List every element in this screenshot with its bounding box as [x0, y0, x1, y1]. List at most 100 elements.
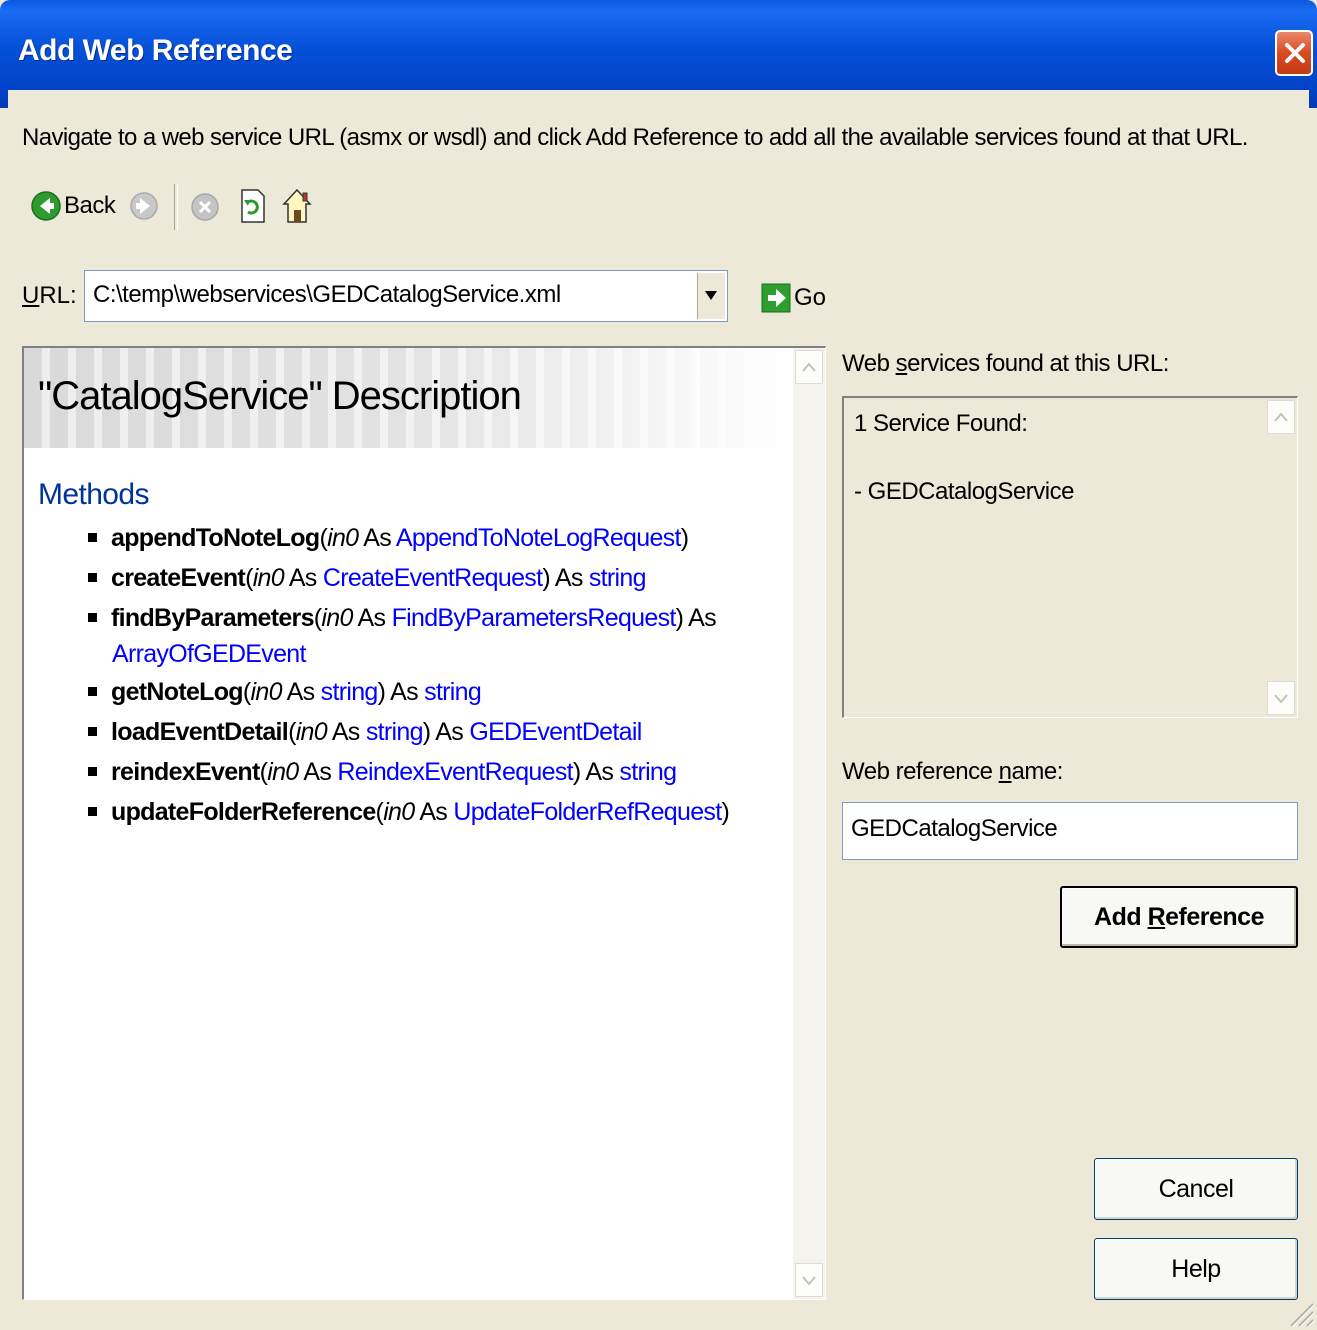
bullet-icon [88, 806, 97, 816]
cancel-button[interactable]: Cancel [1094, 1158, 1298, 1220]
instructions-text: Navigate to a web service URL (asmx or w… [22, 124, 1248, 151]
method-as: As [281, 678, 321, 706]
method-name: getNoteLog [111, 678, 244, 706]
method-param: in0 [321, 604, 353, 632]
url-label: URL: [22, 282, 77, 309]
method-as: As [298, 758, 338, 786]
method-item: appendToNoteLog(in0 As AppendToNoteLogRe… [88, 524, 689, 553]
method-item: findByParameters(in0 As FindByParameters… [88, 604, 717, 633]
method-paren-close: ) [542, 564, 550, 592]
toolbar-separator [174, 184, 178, 230]
stop-icon[interactable] [190, 192, 220, 222]
return-type-link[interactable]: GEDEventDetail [469, 718, 642, 746]
param-type-link[interactable]: AppendToNoteLogRequest [396, 524, 682, 552]
method-name: findByParameters [111, 604, 314, 632]
method-param: in0 [383, 798, 415, 826]
service-description-pane[interactable]: "CatalogService" Description Methods app… [22, 346, 826, 1300]
scroll-down-button[interactable] [1267, 681, 1295, 715]
scroll-up-button[interactable] [795, 350, 823, 384]
description-scrollbar[interactable] [793, 348, 825, 1299]
method-name: createEvent [111, 564, 246, 592]
method-as-return: As [385, 678, 425, 706]
method-param: in0 [250, 678, 283, 706]
param-type-link[interactable]: string [321, 678, 379, 706]
chevron-down-icon [1274, 694, 1288, 704]
param-type-link[interactable]: CreateEventRequest [323, 564, 543, 592]
url-combobox[interactable]: C:\temp\webservices\GEDCatalogService.xm… [84, 270, 728, 322]
method-as-return: As [549, 564, 589, 592]
method-item: loadEventDetail(in0 As string) As GEDEve… [88, 718, 642, 747]
refresh-icon[interactable] [238, 188, 268, 224]
close-icon [1285, 43, 1305, 63]
method-item: reindexEvent(in0 As ReindexEventRequest)… [88, 758, 677, 787]
method-as: As [352, 604, 392, 632]
back-button-label[interactable]: Back [64, 192, 116, 220]
method-name: loadEventDetail [111, 718, 289, 746]
method-param: in0 [295, 718, 328, 746]
web-reference-name-label: Web reference name: [842, 758, 1063, 785]
bullet-icon [88, 726, 97, 736]
method-param: in0 [252, 564, 285, 592]
url-dropdown-button[interactable] [697, 273, 725, 319]
url-input[interactable]: C:\temp\webservices\GEDCatalogService.xm… [93, 281, 561, 309]
services-count: 1 Service Found: [854, 410, 1028, 437]
return-type-link[interactable]: string [619, 758, 677, 786]
method-as: As [283, 564, 323, 592]
add-reference-button[interactable]: Add Reference [1060, 886, 1298, 948]
add-web-reference-dialog: Add Web Reference Navigate to a web serv… [0, 0, 1317, 1330]
scroll-down-button[interactable] [795, 1263, 823, 1297]
param-type-link[interactable]: string [366, 718, 424, 746]
method-name: reindexEvent [111, 758, 260, 786]
go-button-label[interactable]: Go [794, 284, 826, 312]
method-paren-open: ( [319, 524, 328, 552]
resize-grip-icon[interactable] [1285, 1298, 1315, 1328]
return-type-link[interactable]: ArrayOfGEDEvent [112, 640, 306, 669]
bullet-icon [88, 766, 97, 776]
method-as-return: As [430, 718, 470, 746]
help-button[interactable]: Help [1094, 1238, 1298, 1300]
home-icon[interactable] [282, 188, 312, 224]
description-banner: "CatalogService" Description [24, 348, 794, 448]
param-type-link[interactable]: UpdateFolderRefRequest [453, 798, 722, 826]
method-as-return: As [580, 758, 620, 786]
services-found-label: Web services found at this URL: [842, 350, 1169, 377]
method-item: createEvent(in0 As CreateEventRequest) A… [88, 564, 647, 593]
param-type-link[interactable]: FindByParametersRequest [392, 604, 677, 632]
window-title: Add Web Reference [18, 34, 293, 67]
web-reference-name-input[interactable]: GEDCatalogService [842, 802, 1298, 860]
return-type-link[interactable]: string [424, 678, 482, 706]
services-found-box[interactable]: 1 Service Found: - GEDCatalogService [842, 396, 1298, 718]
forward-arrow-icon[interactable] [128, 190, 160, 222]
return-type-link[interactable]: string [589, 564, 647, 592]
bullet-icon [88, 612, 97, 622]
method-paren-close: ) [721, 798, 730, 826]
close-button[interactable] [1275, 30, 1313, 76]
methods-heading: Methods [38, 478, 149, 511]
method-paren-open: ( [288, 718, 296, 746]
back-arrow-icon[interactable] [30, 190, 62, 222]
go-arrow-icon[interactable] [760, 282, 792, 314]
method-as-return: As [683, 604, 716, 632]
scroll-up-button[interactable] [1267, 400, 1295, 434]
description-title: "CatalogService" Description [38, 374, 522, 418]
method-paren-close: ) [572, 758, 581, 786]
method-as: As [326, 718, 366, 746]
method-as: As [414, 798, 454, 826]
services-scrollbar[interactable] [1265, 398, 1297, 717]
method-paren-open: ( [245, 564, 253, 592]
method-param: in0 [327, 524, 359, 552]
method-paren-open: ( [242, 678, 251, 706]
method-paren-close: ) [680, 524, 689, 552]
bullet-icon [88, 532, 97, 542]
method-as: As [358, 524, 396, 552]
bullet-icon [88, 572, 97, 582]
chevron-up-icon [1274, 412, 1288, 422]
method-item: getNoteLog(in0 As string) As string [88, 678, 482, 707]
param-type-link[interactable]: ReindexEventRequest [337, 758, 573, 786]
method-param: in0 [267, 758, 299, 786]
chevron-down-icon [802, 1276, 816, 1286]
method-name: appendToNoteLog [111, 524, 320, 552]
dropdown-arrow-icon [705, 291, 717, 300]
method-name: updateFolderReference [111, 798, 376, 826]
bullet-icon [88, 686, 97, 696]
